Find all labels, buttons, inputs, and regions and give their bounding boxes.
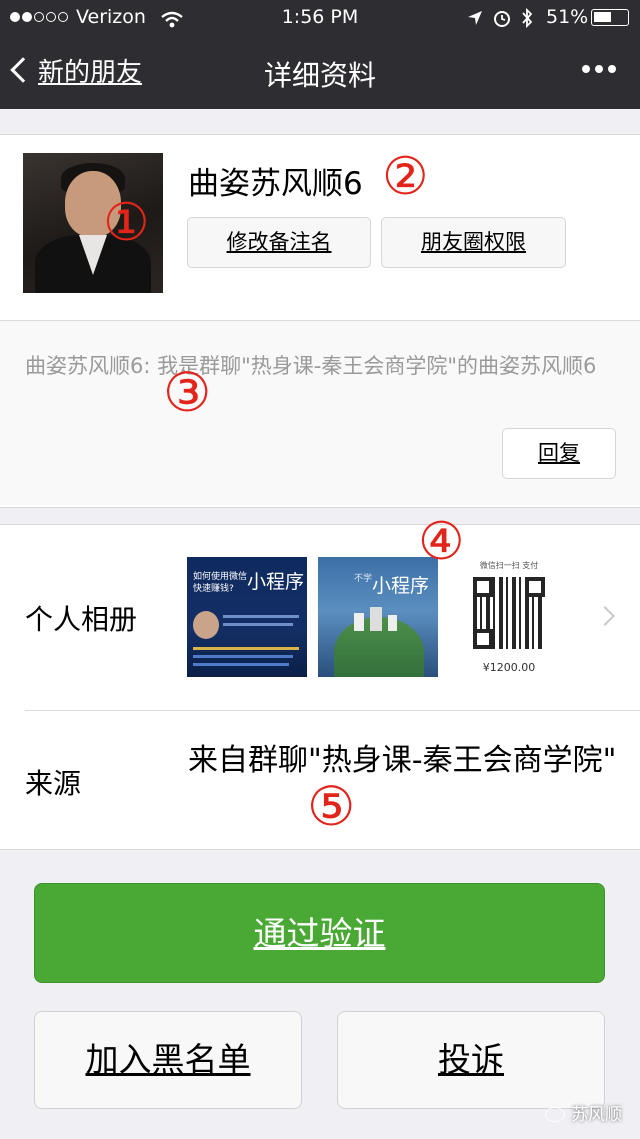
- album-thumb-3[interactable]: 微信扫一扫 支付 ¥1200.00: [449, 557, 569, 677]
- source-value: 来自群聊"热身课-秦王会商学院": [188, 743, 617, 778]
- page-title: 详细资料: [263, 59, 376, 92]
- annotation-3: ③: [163, 361, 212, 424]
- location-arrow-icon: [468, 11, 482, 25]
- edit-remark-button[interactable]: 修改备注名: [187, 217, 371, 268]
- album-label: 个人相册: [25, 603, 138, 636]
- album-thumb-1[interactable]: 如何使用微信快速赚钱? 小程序: [187, 557, 307, 677]
- annotation-4: ④: [418, 512, 465, 572]
- annotation-2: ②: [382, 147, 429, 207]
- status-time: 1:56 PM: [281, 6, 359, 28]
- alarm-icon: [494, 11, 510, 27]
- verification-message: 曲姿苏风顺6: 我是群聊"热身课-秦王会商学院"的曲姿苏风顺6: [25, 354, 597, 378]
- source-label: 来源: [25, 767, 82, 800]
- reply-button[interactable]: 回复: [502, 428, 616, 479]
- verify-button[interactable]: 通过验证: [34, 883, 605, 983]
- contact-name: 曲姿苏风顺6: [188, 166, 363, 202]
- moments-permission-button[interactable]: 朋友圈权限: [381, 217, 566, 268]
- bluetooth-icon: [522, 7, 533, 29]
- battery-percent: 51%: [546, 6, 589, 28]
- watermark: 苏风顺: [545, 1100, 622, 1125]
- album-thumb-2[interactable]: 不学 小程序: [318, 557, 438, 677]
- battery-icon: [591, 9, 629, 26]
- report-button[interactable]: 投诉: [337, 1011, 605, 1109]
- more-options-icon[interactable]: [577, 58, 616, 77]
- qr-code-icon: [473, 577, 545, 649]
- wechat-logo-icon: [545, 1107, 565, 1122]
- blacklist-button[interactable]: 加入黑名单: [34, 1011, 302, 1109]
- annotation-1: ①: [103, 193, 150, 253]
- top-bar: Verizon 1:56 PM 51% 新的朋友 详细资料: [0, 0, 640, 109]
- annotation-5: ⑤: [307, 775, 356, 838]
- row-divider: [25, 710, 640, 711]
